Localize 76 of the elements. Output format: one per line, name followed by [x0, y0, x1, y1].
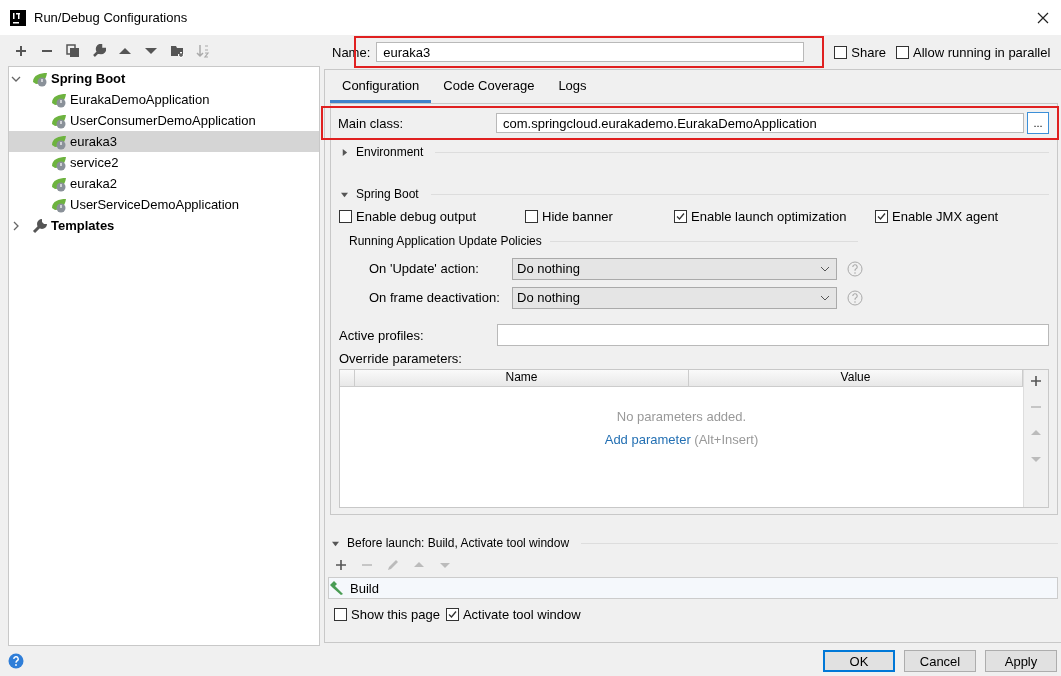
- checkbox-label[interactable]: Activate tool window: [462, 606, 581, 622]
- app-logo-icon: [10, 9, 26, 26]
- expand-arrow-icon[interactable]: [332, 539, 339, 547]
- active-profiles-field[interactable]: [497, 324, 1049, 346]
- task-item[interactable]: Build: [329, 578, 1057, 598]
- spring-leaf-icon: [51, 196, 67, 213]
- checkbox-label[interactable]: Allow running in parallel: [913, 44, 1051, 60]
- dropdown[interactable]: Do nothing: [512, 286, 837, 309]
- add-icon[interactable]: [1029, 374, 1043, 388]
- policy-label: On 'Update' action:: [369, 261, 480, 276]
- dialog-button[interactable]: OK: [823, 650, 895, 672]
- tree-item[interactable]: UserConsumerDemoApplication: [9, 110, 319, 131]
- copy-icon[interactable]: [66, 43, 80, 58]
- checkbox-label[interactable]: Hide banner: [542, 208, 613, 224]
- hammer-icon: [329, 580, 345, 596]
- empty-message: No parameters added.: [616, 409, 747, 424]
- spring-leaf-icon: [32, 70, 48, 87]
- checkbox-label[interactable]: Enable debug output: [356, 208, 476, 224]
- checkbox[interactable]: [339, 209, 352, 223]
- wrench-icon[interactable]: [92, 43, 106, 58]
- main-class-label: Main class:: [338, 115, 405, 131]
- checkbox[interactable]: [875, 209, 888, 223]
- checkbox-label[interactable]: Enable JMX agent: [892, 208, 999, 224]
- expand-arrow-icon[interactable]: [341, 190, 348, 198]
- close-icon[interactable]: [1037, 11, 1049, 24]
- checkbox-label[interactable]: Show this page: [351, 606, 440, 622]
- tree-item[interactable]: Templates: [9, 215, 319, 236]
- expand-arrow-icon[interactable]: [341, 148, 348, 156]
- help-icon[interactable]: [8, 653, 24, 669]
- checkbox-label[interactable]: Enable launch optimization: [691, 208, 847, 224]
- caret-icon[interactable]: [820, 294, 830, 301]
- tree-item[interactable]: euraka3: [9, 131, 319, 152]
- policy-label: On frame deactivation:: [369, 290, 501, 305]
- add-icon[interactable]: [334, 558, 348, 572]
- checkbox[interactable]: [525, 209, 538, 223]
- main-class-field[interactable]: com.springcloud.eurakademo.EurakaDemoApplication: [496, 113, 1024, 133]
- wrench-icon: [32, 217, 48, 234]
- spring-leaf-icon: [51, 154, 67, 171]
- name-field[interactable]: euraka3: [376, 42, 805, 62]
- checkbox[interactable]: [445, 607, 459, 621]
- browse-button[interactable]: ...: [1027, 112, 1049, 134]
- dialog-button[interactable]: Cancel: [904, 650, 976, 672]
- section-title[interactable]: Environment: [356, 145, 424, 159]
- tree-item[interactable]: UserServiceDemoApplication: [9, 194, 319, 215]
- dialog-button[interactable]: Apply: [985, 650, 1057, 672]
- checkbox[interactable]: [896, 45, 909, 59]
- section-title[interactable]: Before launch: Build, Activate tool window: [347, 536, 570, 550]
- spring-leaf-icon: [51, 112, 67, 129]
- new-folder-icon[interactable]: [170, 43, 184, 58]
- tree-item[interactable]: euraka2: [9, 173, 319, 194]
- add-icon[interactable]: [14, 43, 28, 58]
- checkbox[interactable]: [834, 45, 848, 59]
- checkbox[interactable]: [674, 209, 687, 223]
- shortcut-hint: (Alt+Insert): [694, 432, 759, 447]
- column-header[interactable]: Value: [689, 370, 1023, 386]
- tree-item[interactable]: Spring Boot: [9, 68, 319, 89]
- spring-leaf-icon: [51, 91, 67, 108]
- column-header[interactable]: Name: [355, 370, 689, 386]
- checkbox-label[interactable]: Share: [851, 44, 886, 60]
- group-title: Running Application Update Policies: [349, 234, 542, 248]
- tab[interactable]: Configuration: [330, 70, 432, 103]
- spring-leaf-icon: [51, 175, 67, 192]
- override-parameters-label: Override parameters:: [339, 351, 463, 368]
- caret-icon[interactable]: [820, 265, 830, 272]
- tab[interactable]: Code Coverage: [431, 70, 547, 103]
- tree-item[interactable]: EurakaDemoApplication: [9, 89, 319, 110]
- chevron-icon[interactable]: [11, 220, 21, 231]
- add-parameter-link[interactable]: Add parameter: [604, 432, 691, 447]
- tab[interactable]: Logs: [546, 70, 599, 103]
- active-profiles-label: Active profiles:: [339, 327, 425, 343]
- tree-item[interactable]: service2: [9, 152, 319, 173]
- checkbox[interactable]: [334, 607, 347, 621]
- spring-leaf-icon: [51, 133, 67, 150]
- section-title[interactable]: Spring Boot: [356, 187, 419, 201]
- dropdown[interactable]: Do nothing: [512, 257, 837, 280]
- window-title: Run/Debug Configurations: [34, 10, 189, 25]
